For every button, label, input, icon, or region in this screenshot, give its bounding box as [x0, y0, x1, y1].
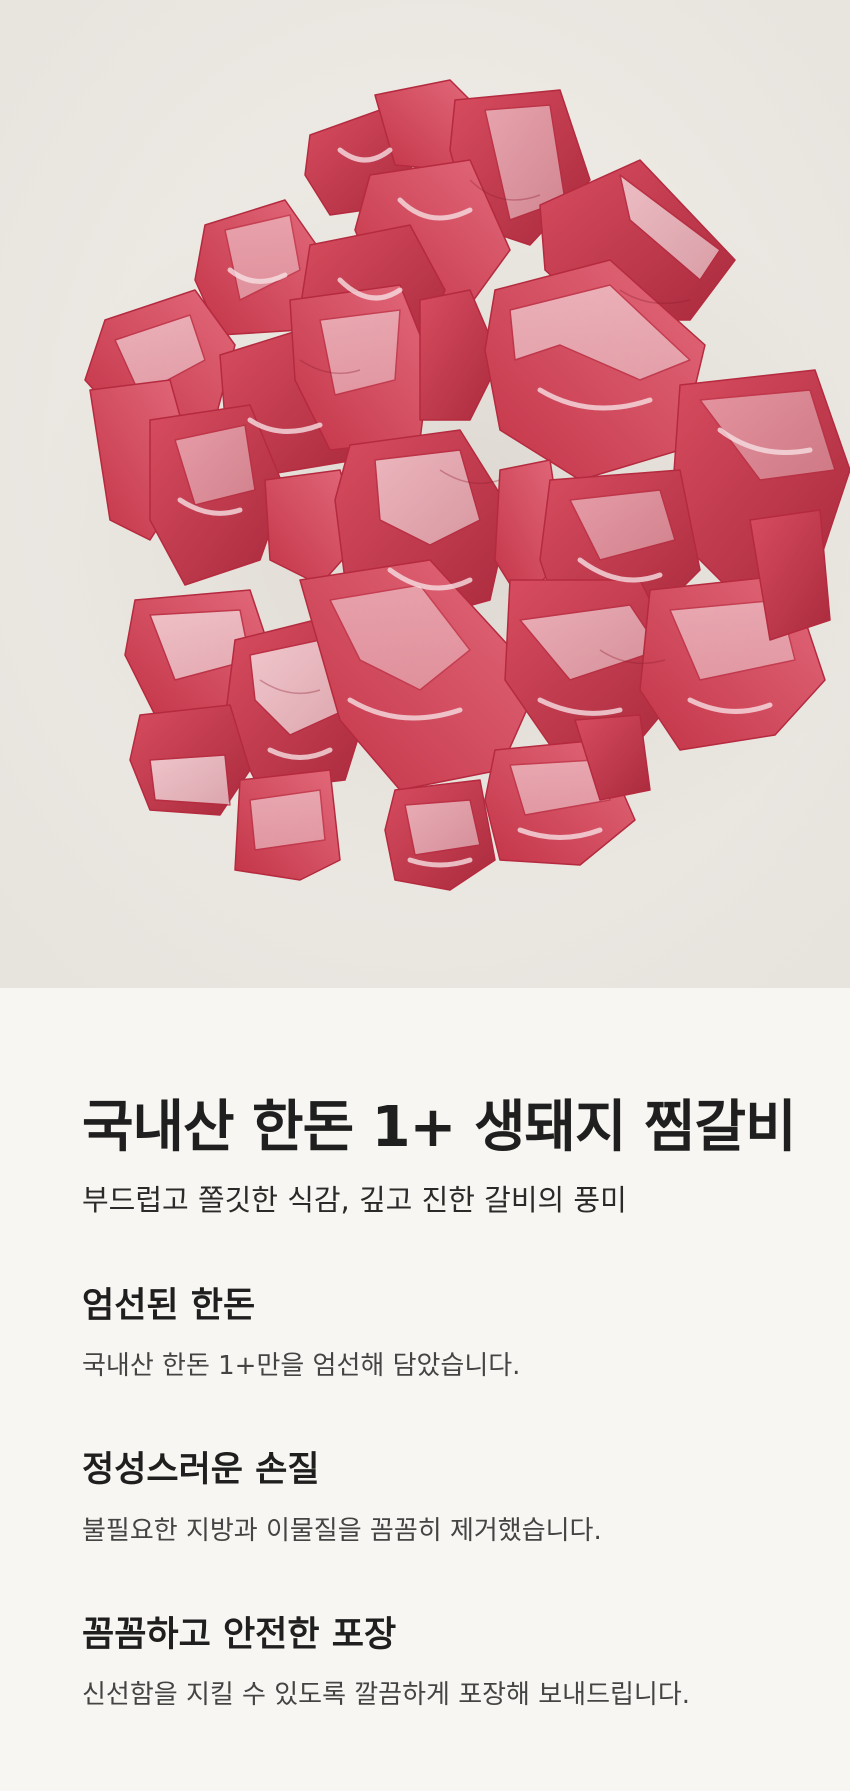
feature-title: 정성스러운 손질 — [82, 1450, 320, 1490]
feature-description: 불필요한 지방과 이물질을 꼼꼼히 제거했습니다. — [82, 1516, 602, 1546]
feature-title: 꼼꼼하고 안전한 포장 — [82, 1615, 397, 1655]
pork-ribs-photo — [0, 0, 850, 988]
feature-description: 신선함을 지킬 수 있도록 깔끔하게 포장해 보내드립니다. — [82, 1680, 691, 1710]
feature-description: 국내산 한돈 1+만을 엄선해 담았습니다. — [82, 1351, 521, 1381]
hero-image — [0, 0, 850, 988]
feature-title: 엄선된 한돈 — [82, 1286, 256, 1326]
product-title: 국내산 한돈 1+ 생돼지 찜갈비 — [82, 1095, 797, 1160]
product-detail-page: 국내산 한돈 1+ 생돼지 찜갈비 부드럽고 쫄깃한 식감, 깊고 진한 갈비의… — [0, 0, 850, 1791]
product-subtitle: 부드럽고 쫄깃한 식감, 깊고 진한 갈비의 풍미 — [82, 1183, 627, 1217]
